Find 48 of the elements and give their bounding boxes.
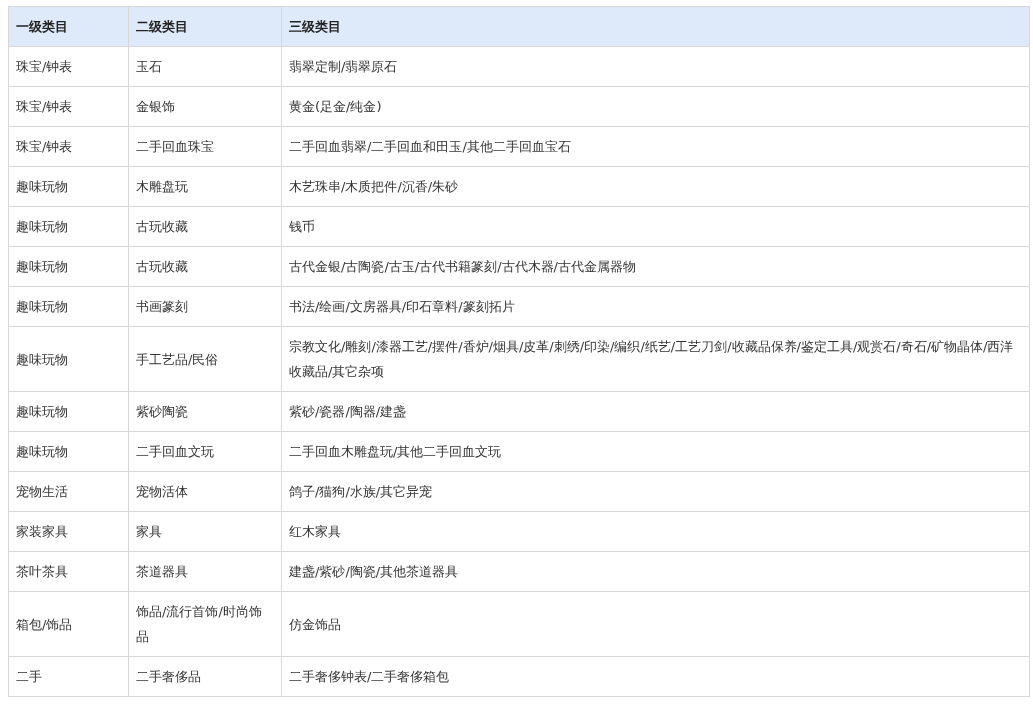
table-cell: 手工艺品/民俗 xyxy=(128,326,282,392)
table-cell: 二手回血珠宝 xyxy=(128,126,282,167)
table-cell: 茶道器具 xyxy=(128,551,282,592)
table-cell: 二手 xyxy=(8,656,129,697)
table-cell: 二手奢侈品 xyxy=(128,656,282,697)
table-cell: 金银饰 xyxy=(128,86,282,127)
table-cell: 宗教文化/雕刻/漆器工艺/摆件/香炉/烟具/皮革/刺绣/印染/编织/纸艺/工艺刀剑/收藏品保养/鉴定工具/观赏石/奇石/矿物晶体/西洋收藏品/其它杂项 xyxy=(281,326,1030,392)
table-cell: 翡翠定制/翡翠原石 xyxy=(281,46,1030,87)
table-cell: 书法/绘画/文房器具/印石章料/篆刻拓片 xyxy=(281,286,1030,327)
column-header: 一级类目 xyxy=(8,6,129,47)
table-cell: 箱包/饰品 xyxy=(8,591,129,657)
table-cell: 钱币 xyxy=(281,206,1030,247)
table-cell: 二手奢侈钟表/二手奢侈箱包 xyxy=(281,656,1030,697)
table-cell: 趣味玩物 xyxy=(8,286,129,327)
table-cell: 紫砂/瓷器/陶器/建盏 xyxy=(281,391,1030,432)
table-cell: 红木家具 xyxy=(281,511,1030,552)
table-cell: 书画篆刻 xyxy=(128,286,282,327)
table-cell: 家装家具 xyxy=(8,511,129,552)
table-cell: 仿金饰品 xyxy=(281,591,1030,657)
table-cell: 宠物活体 xyxy=(128,471,282,512)
table-cell: 玉石 xyxy=(128,46,282,87)
table-cell: 珠宝/钟表 xyxy=(8,86,129,127)
table-cell: 饰品/流行首饰/时尚饰品 xyxy=(128,591,282,657)
table-cell: 珠宝/钟表 xyxy=(8,126,129,167)
table-cell: 黄金(足金/纯金) xyxy=(281,86,1030,127)
table-cell: 宠物生活 xyxy=(8,471,129,512)
column-header: 二级类目 xyxy=(128,6,282,47)
table-cell: 古代金银/古陶瓷/古玉/古代书籍篆刻/古代木器/古代金属器物 xyxy=(281,246,1030,287)
table-cell: 趣味玩物 xyxy=(8,326,129,392)
table-cell: 二手回血木雕盘玩/其他二手回血文玩 xyxy=(281,431,1030,472)
table-cell: 家具 xyxy=(128,511,282,552)
table-cell: 趣味玩物 xyxy=(8,206,129,247)
table-cell: 趣味玩物 xyxy=(8,246,129,287)
table-cell: 木艺珠串/木质把件/沉香/朱砂 xyxy=(281,166,1030,207)
table-cell: 二手回血翡翠/二手回血和田玉/其他二手回血宝石 xyxy=(281,126,1030,167)
table-cell: 珠宝/钟表 xyxy=(8,46,129,87)
table-cell: 二手回血文玩 xyxy=(128,431,282,472)
column-header: 三级类目 xyxy=(281,6,1030,47)
table-cell: 古玩收藏 xyxy=(128,206,282,247)
table-cell: 趣味玩物 xyxy=(8,166,129,207)
table-cell: 鸽子/猫狗/水族/其它异宠 xyxy=(281,471,1030,512)
table-cell: 古玩收藏 xyxy=(128,246,282,287)
table-cell: 紫砂陶瓷 xyxy=(128,391,282,432)
table-cell: 趣味玩物 xyxy=(8,431,129,472)
table-cell: 木雕盘玩 xyxy=(128,166,282,207)
table-cell: 趣味玩物 xyxy=(8,391,129,432)
table-cell: 建盏/紫砂/陶瓷/其他茶道器具 xyxy=(281,551,1030,592)
table-cell: 茶叶茶具 xyxy=(8,551,129,592)
